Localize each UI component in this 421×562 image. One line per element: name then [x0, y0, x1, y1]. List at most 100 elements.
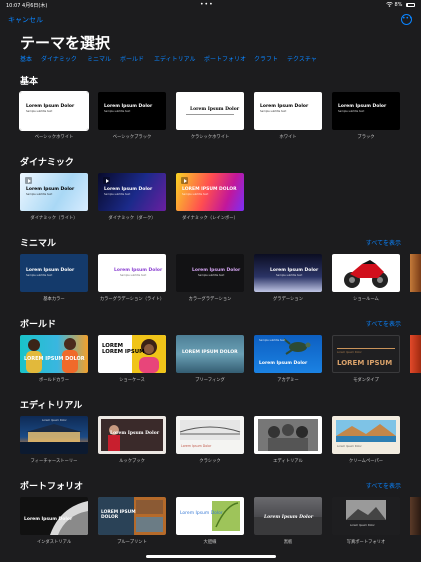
theme-thumbnail[interactable]: LOREM IPSUM DOLOR: [176, 335, 244, 373]
home-indicator[interactable]: [146, 555, 276, 558]
theme-thumbnail[interactable]: LOREM LOREM IPSUM: [98, 335, 166, 373]
theme-name: エディトリアル: [273, 459, 303, 464]
abstract-photo: [50, 501, 88, 535]
theme-card-partial[interactable]: [410, 335, 421, 373]
play-icon: [181, 177, 188, 184]
theme-thumbnail[interactable]: Lorem Ipsum Dolor Sample subtitle text: [254, 92, 322, 130]
theme-thumbnail[interactable]: Lorem Ipsum Dolor Sample subtitle text: [98, 173, 166, 211]
theme-name: ショールーム: [353, 297, 379, 302]
theme-name: グラデーション: [273, 297, 303, 302]
thumb-title: Lorem Ipsum Dolor: [104, 104, 153, 109]
section-title: ミニマル: [20, 239, 57, 249]
thumb-title: Lorem Ipsum Dolor: [26, 268, 75, 273]
theme-thumbnail[interactable]: Lorem Ipsum Dolor: [176, 92, 244, 130]
thumb-subtitle: Sample subtitle text: [26, 274, 53, 277]
see-all-link[interactable]: すべてを表示: [366, 481, 401, 490]
theme-thumbnail[interactable]: Lorem Ipsum Dolor: [98, 416, 166, 454]
theme-thumbnail[interactable]: Lorem Ipsum Dolor Sample subtitle text: [20, 254, 88, 292]
category-tab-editorial[interactable]: エディトリアル: [154, 54, 196, 63]
thumb-subtitle: Lorem Ipsum Dolor: [350, 524, 375, 527]
theme-thumbnail[interactable]: Lorem Ipsum Dolor: [20, 416, 88, 454]
section-title: ダイナミック: [20, 158, 74, 168]
thumb-title: LOREM IPSUM DOLOR: [182, 187, 237, 192]
theme-name: ボールドカラー: [38, 378, 70, 383]
theme-name: インダストリアル: [36, 540, 72, 545]
see-all-link[interactable]: すべてを表示: [366, 238, 401, 247]
theme-name: 写真ポートフォリオ: [346, 540, 386, 545]
thumb-title: Lorem Ipsum Dolor: [259, 361, 308, 366]
theme-thumbnail[interactable]: [332, 254, 400, 292]
theme-thumbnail[interactable]: LOREM IPSUM DOLOR Sample subtitle text: [176, 173, 244, 211]
leaf-photo: [212, 501, 240, 531]
battery-icon: [406, 2, 415, 7]
play-icon: [25, 177, 32, 184]
thumb-subtitle: Sample subtitle text: [104, 193, 131, 196]
thumb-title: LOREM LOREM IPSUM: [102, 343, 145, 355]
theme-thumbnail[interactable]: LOREM IPSUM DOLOR: [20, 335, 88, 373]
landscape-photo: [346, 500, 386, 520]
thumb-subtitle: Sample subtitle text: [104, 110, 131, 113]
category-tab-craft[interactable]: クラフト: [254, 54, 278, 63]
category-tab-portfolio[interactable]: ポートフォリオ: [204, 54, 246, 63]
thumb-subtitle: Sample subtitle text: [120, 274, 147, 277]
theme-card-partial[interactable]: [410, 254, 421, 292]
section-title: エディトリアル: [20, 401, 83, 411]
multitask-dots[interactable]: •••: [200, 1, 214, 8]
theme-name: 黒板: [283, 540, 293, 545]
section-title: ポートフォリオ: [20, 482, 84, 492]
theme-thumbnail[interactable]: Lorem Ipsum Dolor: [254, 497, 322, 535]
more-options-button[interactable]: •••: [401, 14, 413, 25]
thumb-title: Lorem Ipsum Dolor: [104, 187, 153, 192]
thumb-subtitle: Lorem Ipsum Dolor: [337, 351, 362, 354]
category-tab-texture[interactable]: テクスチャ: [287, 54, 317, 63]
cancel-button[interactable]: キャンセル: [8, 15, 43, 25]
battery-percent: 8%: [394, 2, 403, 8]
category-tab-basic[interactable]: 基本: [20, 54, 32, 63]
theme-name: ブリーフィング: [195, 378, 225, 383]
category-tab-bold[interactable]: ボールド: [120, 54, 144, 63]
theme-name: 基本カラー: [43, 297, 65, 302]
theme-name: 大胆線: [203, 540, 217, 545]
theme-name: ダイナミック（ライト）: [30, 216, 78, 221]
theme-name: カラーグラデーション（ライト）: [99, 297, 165, 302]
see-all-link[interactable]: すべてを表示: [366, 319, 401, 328]
theme-thumbnail[interactable]: Lorem Ipsum Dolor Sample subtitle text: [19, 91, 89, 131]
thumb-subtitle: Sample subtitle text: [198, 274, 225, 277]
category-tab-dynamic[interactable]: ダイナミック: [41, 54, 77, 63]
thumb-subtitle: Lorem Ipsum Dolor: [42, 419, 67, 422]
theme-name: モダンタイプ: [353, 378, 379, 383]
theme-thumbnail[interactable]: Lorem Ipsum Dolor Sample subtitle text: [254, 335, 322, 373]
theme-thumbnail[interactable]: [254, 416, 322, 454]
thumb-subtitle: Sample subtitle text: [259, 339, 286, 342]
theme-name: フィーチャーストーリー: [30, 459, 78, 464]
thumb-title: Lorem Ipsum Dolor: [114, 268, 163, 273]
thumb-subtitle: Sample subtitle text: [260, 110, 287, 113]
theme-thumbnail[interactable]: Lorem Ipsum Dolor: [176, 497, 244, 535]
theme-thumbnail[interactable]: LOREM IPSUM DOLOR: [98, 497, 166, 535]
bridge-photo: [179, 420, 241, 440]
thumb-title: LOREM IPSUM DOLOR: [182, 350, 238, 355]
theme-thumbnail[interactable]: Lorem Ipsum Dolor: [332, 416, 400, 454]
thumb-title: Lorem Ipsum Dolor: [190, 107, 240, 112]
theme-name: ショーケース: [119, 378, 145, 383]
theme-thumbnail[interactable]: Lorem Ipsum Dolor Sample subtitle text: [254, 254, 322, 292]
theme-thumbnail[interactable]: Lorem Ipsum Dolor Sample subtitle text: [98, 254, 166, 292]
theme-thumbnail[interactable]: Lorem Ipsum Dolor: [176, 416, 244, 454]
thumb-title: LOREM IPSUM: [337, 359, 393, 367]
thumb-title: LOREM IPSUM DOLOR: [101, 510, 136, 520]
theme-thumbnail[interactable]: Lorem Ipsum Dolor: [20, 497, 88, 535]
theme-thumbnail[interactable]: Lorem Ipsum Dolor: [332, 497, 400, 535]
thumb-subtitle: Sample subtitle text: [26, 193, 53, 196]
theme-card-partial[interactable]: [410, 497, 421, 535]
category-tab-minimal[interactable]: ミニマル: [87, 54, 111, 63]
theme-thumbnail[interactable]: Lorem Ipsum Dolor Sample subtitle text: [98, 92, 166, 130]
theme-thumbnail[interactable]: Lorem Ipsum Dolor Sample subtitle text: [20, 173, 88, 211]
theme-thumbnail[interactable]: Lorem Ipsum Dolor Sample subtitle text: [332, 92, 400, 130]
theme-thumbnail[interactable]: Lorem Ipsum Dolor LOREM IPSUM: [332, 335, 400, 373]
theme-thumbnail[interactable]: Lorem Ipsum Dolor Sample subtitle text: [176, 254, 244, 292]
thumb-subtitle: Sample subtitle text: [182, 193, 209, 196]
theme-name: クリームペーパー: [348, 459, 384, 464]
theme-name: クラシックホワイト: [190, 135, 230, 140]
thumb-title: Lorem Ipsum Dolor: [260, 104, 309, 109]
thumb-title: Lorem Ipsum Dolor: [24, 517, 73, 522]
